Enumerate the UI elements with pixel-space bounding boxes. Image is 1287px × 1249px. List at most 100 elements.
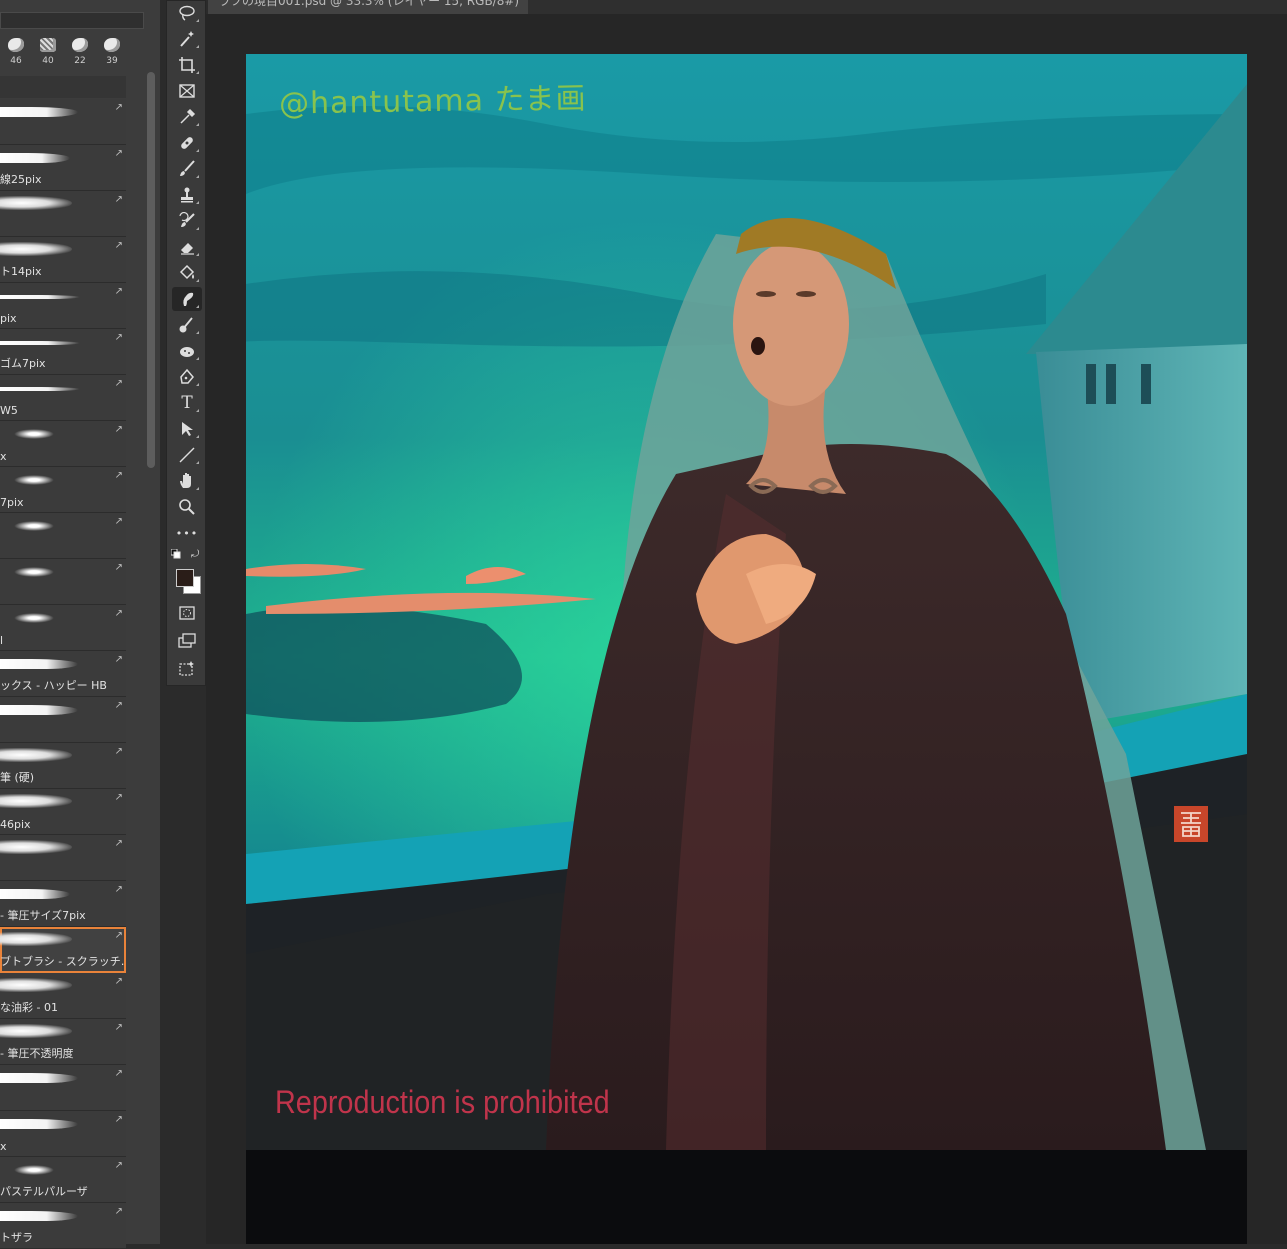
brush-preset-item[interactable]: ↗ パステルパルーザ — [0, 1157, 126, 1203]
brush-preset-label: 筆 (硬) — [0, 771, 35, 784]
pen-tool[interactable] — [172, 365, 202, 389]
brush-preset-item[interactable]: ↗ pix — [0, 283, 126, 329]
brush-preset-label: 7pix — [0, 496, 24, 509]
brush-stroke-preview — [0, 1211, 78, 1221]
brush-preset-item[interactable]: ↗ ト14pix — [0, 237, 126, 283]
brush-preset-item[interactable]: ↗ — [0, 559, 126, 605]
dodge-tool[interactable] — [172, 313, 202, 337]
brush-group-header[interactable] — [0, 76, 126, 98]
magic-wand-tool[interactable] — [172, 27, 202, 51]
brush-preset-item[interactable]: ↗ W5 — [0, 375, 126, 421]
crop-tool[interactable] — [172, 53, 202, 77]
eyedropper-icon — [180, 108, 196, 124]
watermark-text: Reproduction is prohibited — [275, 1084, 610, 1120]
brush-tool-preset-icon: ↗ — [114, 1114, 123, 1125]
color-swatches: ⤾ — [170, 548, 203, 599]
frame-tool[interactable] — [172, 79, 202, 103]
default-colors-icon[interactable] — [170, 548, 181, 562]
brush-preset-item[interactable]: ↗ x — [0, 421, 126, 467]
brush-preset-item[interactable]: ↗ x — [0, 1111, 126, 1157]
brush-stroke-preview — [0, 341, 80, 345]
lasso-tool[interactable] — [172, 1, 202, 25]
brush-stroke-preview — [14, 613, 54, 623]
screen-mode-button[interactable] — [172, 628, 202, 652]
brush-preset-item[interactable]: ↗ - 筆圧サイズ7pix — [0, 881, 126, 927]
recent-brush[interactable]: 40 — [32, 34, 64, 68]
brush-preset-item[interactable]: ↗ - 筆圧不透明度 — [0, 1019, 126, 1065]
foreground-color-swatch[interactable] — [176, 569, 194, 587]
document-tab[interactable]: ラフの境目001.psd @ 33.3% (レイヤー 15, RGB/8#) — [208, 0, 528, 14]
brush-tool-preset-icon: ↗ — [114, 700, 123, 711]
brush-preset-item[interactable]: ↗ — [0, 835, 126, 881]
brush-stroke-preview — [0, 794, 72, 808]
brush-preset-item[interactable]: ↗ — [0, 191, 126, 237]
brush-preset-item[interactable]: ↗ 7pix — [0, 467, 126, 513]
brush-search-input[interactable] — [0, 12, 144, 29]
brush-tool-preset-icon: ↗ — [114, 976, 123, 987]
clone-stamp-tool[interactable] — [172, 183, 202, 207]
tab-strip — [528, 0, 1287, 14]
brush-preset-item[interactable]: ↗ ゴム7pix — [0, 329, 126, 375]
brush-preset-item[interactable]: ↗ — [0, 1065, 126, 1111]
brush-preset-label: ト14pix — [0, 265, 42, 278]
brush-stroke-preview — [14, 429, 54, 439]
brush-preset-label: pix — [0, 312, 17, 325]
smudge-tool[interactable] — [172, 287, 202, 311]
recent-brush[interactable]: 39 — [96, 34, 128, 68]
brush-preset-item[interactable]: ↗ 筆 (硬) — [0, 743, 126, 789]
more-tools-button[interactable]: ••• — [172, 521, 202, 545]
brush-preset-item[interactable]: ↗ ブトブラシ - スクラッチ… — [0, 927, 126, 973]
brush-stroke-preview — [14, 475, 54, 485]
generative-icon — [179, 661, 194, 676]
healing-brush-tool[interactable] — [172, 131, 202, 155]
type-tool[interactable]: T — [172, 391, 202, 415]
brush-preset-item[interactable]: ↗ 46pix — [0, 789, 126, 835]
recent-brush-size: 39 — [106, 56, 118, 66]
brush-stroke-preview — [0, 1119, 78, 1129]
brush-preset-item[interactable]: ↗ 線25pix — [0, 145, 126, 191]
eyedropper-tool[interactable] — [172, 105, 202, 129]
brush-preset-item[interactable]: ↗ トザラ — [0, 1203, 126, 1249]
sponge-tool[interactable] — [172, 339, 202, 363]
type-icon: T — [181, 393, 193, 413]
line-tool[interactable] — [172, 443, 202, 467]
brush-preset-item[interactable]: ↗ な油彩 - 01 — [0, 973, 126, 1019]
quick-mask-icon — [179, 606, 195, 620]
zoom-tool[interactable] — [172, 495, 202, 519]
hand-tool[interactable] — [172, 469, 202, 493]
artwork-canvas[interactable] — [246, 54, 1247, 1150]
brush-preset-label: - 筆圧サイズ7pix — [0, 909, 86, 922]
brush-preset-item[interactable]: ↗ ックス - ハッピー HB — [0, 651, 126, 697]
brush-preset-item[interactable]: ↗ — [0, 99, 126, 145]
brush-tool-preset-icon: ↗ — [114, 1022, 123, 1033]
brush-tool-preset-icon: ↗ — [114, 240, 123, 251]
brush-tool-preset-icon: ↗ — [114, 792, 123, 803]
brush-preset-item[interactable]: ↗ l — [0, 605, 126, 651]
swap-colors-icon[interactable]: ⤾ — [191, 549, 199, 560]
panel-scrollbar[interactable] — [147, 72, 155, 468]
brush-tool-preset-icon: ↗ — [114, 470, 123, 481]
brush-tool-preset-icon: ↗ — [114, 424, 123, 435]
sponge-icon — [180, 347, 194, 357]
quick-mask-button[interactable] — [172, 601, 202, 625]
hand-icon — [180, 473, 191, 488]
brush-icon — [180, 160, 195, 176]
brush-stroke-preview — [0, 932, 72, 946]
generative-fill-button[interactable] — [172, 657, 202, 681]
brush-tool[interactable] — [172, 157, 202, 181]
bandage-icon — [181, 137, 193, 149]
path-selection-tool[interactable] — [172, 417, 202, 441]
brush-preset-item[interactable]: ↗ — [0, 697, 126, 743]
eraser-tool[interactable] — [172, 235, 202, 259]
brush-preset-label: ゴム7pix — [0, 357, 46, 370]
recent-brush[interactable]: 22 — [64, 34, 96, 68]
tools-panel: T ••• ⤾ — [166, 0, 206, 686]
brush-preset-label: x — [0, 450, 7, 463]
brush-preset-label: x — [0, 1140, 7, 1153]
recent-brush[interactable]: 46 — [0, 34, 32, 68]
paint-bucket-tool[interactable] — [172, 261, 202, 285]
history-brush-tool[interactable] — [172, 209, 202, 233]
brush-tool-preset-icon: ↗ — [114, 1206, 123, 1217]
brush-preset-item[interactable]: ↗ — [0, 513, 126, 559]
smudge-finger-icon — [183, 292, 194, 306]
